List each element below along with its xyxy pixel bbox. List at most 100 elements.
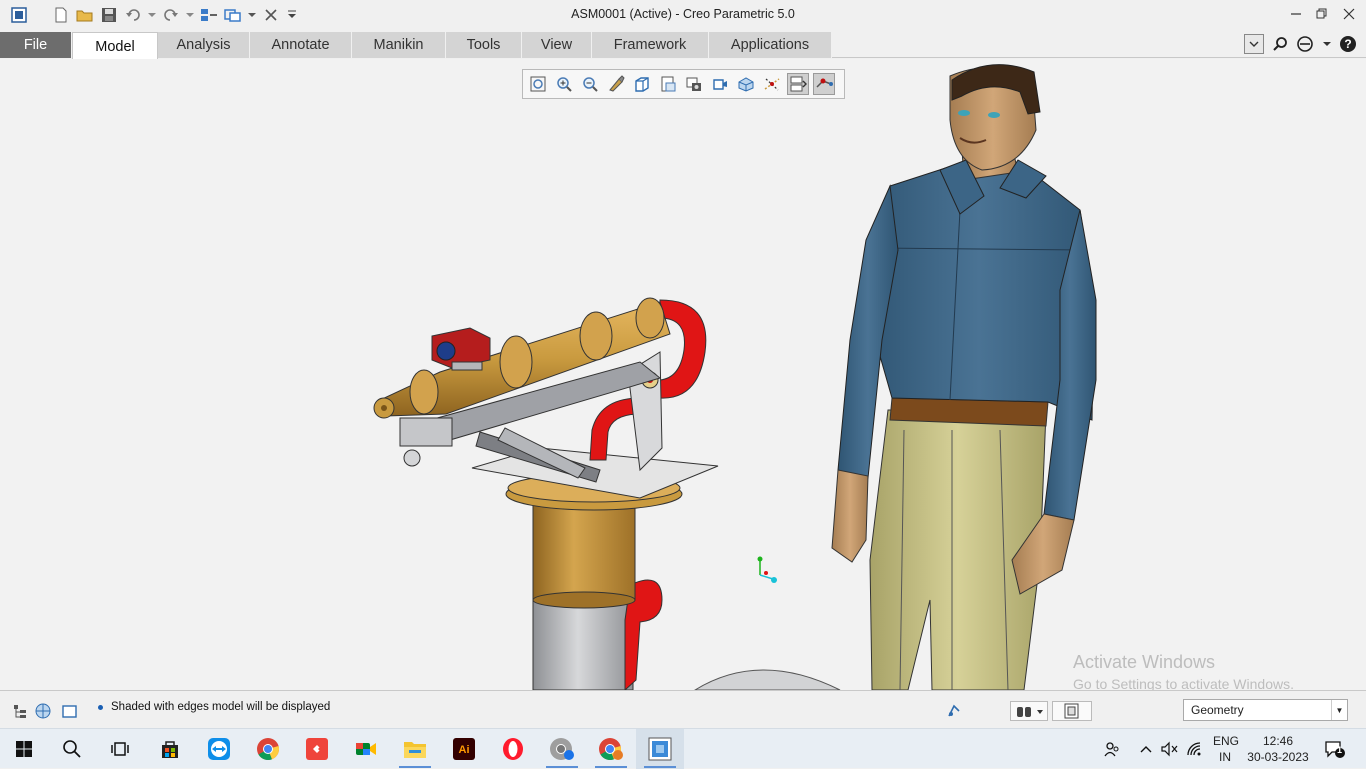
ribbon-minimize-button[interactable] [1244, 34, 1264, 54]
minimize-icon [1291, 13, 1301, 15]
people-icon[interactable] [1100, 729, 1124, 769]
meet-icon[interactable] [342, 729, 390, 769]
system-clock[interactable]: 12:46 30-03-2023 [1246, 733, 1310, 765]
search-icon [1273, 37, 1287, 51]
zoom-in-icon[interactable] [553, 73, 575, 95]
selection-filter-value: Geometry [1191, 703, 1244, 717]
search-button[interactable] [1270, 34, 1290, 54]
tab-annotate[interactable]: Annotate [250, 32, 352, 58]
wifi-icon[interactable] [1184, 729, 1206, 769]
browser-toggle-icon[interactable] [33, 701, 53, 721]
chrome-icon[interactable] [244, 729, 292, 769]
undo-icon[interactable] [124, 6, 142, 24]
open-folder-icon[interactable] [76, 6, 94, 24]
regenerate-icon[interactable] [200, 6, 218, 24]
tab-view[interactable]: View [522, 32, 592, 58]
chrome-profile-icon[interactable] [538, 729, 586, 769]
tab-analysis[interactable]: Analysis [158, 32, 250, 58]
caret-down-icon: ▼ [1331, 700, 1347, 720]
close-window-icon[interactable] [262, 6, 280, 24]
show-hidden-icons-icon[interactable] [1136, 729, 1156, 769]
notification-count: 1 [1337, 745, 1343, 755]
customize-qat-icon[interactable] [286, 6, 298, 24]
model-tree-toggle-icon[interactable] [10, 701, 30, 721]
message-bullet [98, 704, 103, 710]
svg-text:?: ? [1344, 37, 1351, 51]
help-button[interactable]: ? [1338, 34, 1358, 54]
tab-applications[interactable]: Applications [709, 32, 832, 58]
restore-icon [1316, 8, 1327, 19]
regeneration-status-icon[interactable] [944, 701, 964, 721]
display-style-icon[interactable] [683, 73, 705, 95]
binoculars-icon [1017, 707, 1043, 717]
store-icon[interactable] [146, 729, 194, 769]
activate-windows-title: Activate Windows [1073, 652, 1216, 672]
saved-orientations-icon[interactable] [631, 73, 653, 95]
active-toggle-icon[interactable] [813, 73, 835, 95]
tab-framework[interactable]: Framework [592, 32, 709, 58]
action-center-icon[interactable]: 1 [1320, 729, 1350, 769]
selected-items-icon [1064, 703, 1079, 719]
chrome-alt-icon[interactable] [587, 729, 635, 769]
chevron-down-icon [1249, 41, 1259, 47]
save-icon[interactable] [100, 6, 118, 24]
perspective-icon[interactable] [709, 73, 731, 95]
creo-app-icon[interactable] [10, 6, 28, 24]
datum-display-icon[interactable] [761, 73, 783, 95]
windows-start-icon[interactable] [0, 729, 48, 769]
tab-file[interactable]: File [0, 32, 72, 58]
selection-filter-button[interactable] [1052, 701, 1092, 721]
anydesk-icon[interactable] [293, 729, 341, 769]
creo-icon[interactable] [636, 729, 684, 769]
redo-icon[interactable] [162, 6, 180, 24]
tab-manikin[interactable]: Manikin [352, 32, 446, 58]
view-manager-icon[interactable] [657, 73, 679, 95]
file-explorer-icon[interactable] [391, 729, 439, 769]
in-graphics-toolbar [522, 69, 845, 99]
undo-dropdown-icon[interactable] [148, 6, 156, 24]
minimize-button[interactable] [1283, 3, 1309, 25]
graphics-window[interactable]: Activate Windows Go to Settings to activ… [0, 59, 1366, 690]
disc-part[interactable] [694, 669, 841, 690]
windows-icon[interactable] [224, 6, 242, 24]
refit-icon[interactable] [527, 73, 549, 95]
repaint-icon[interactable] [605, 73, 627, 95]
selection-filter-dropdown[interactable]: Geometry ▼ [1183, 699, 1348, 721]
title-bar: ASM0001 (Active) - Creo Parametric 5.0 [0, 0, 1366, 30]
zoom-out-icon[interactable] [579, 73, 601, 95]
restore-button[interactable] [1309, 3, 1335, 25]
tab-tools[interactable]: Tools [446, 32, 522, 58]
annotation-display-icon[interactable] [735, 73, 757, 95]
input-language[interactable]: ENG IN [1213, 733, 1240, 765]
svg-text:Ai: Ai [459, 744, 470, 756]
command-search-button[interactable] [1296, 34, 1316, 54]
help-icon: ? [1340, 36, 1356, 52]
model-viewport[interactable] [0, 59, 1366, 690]
message-area: Shaded with edges model will be displaye… [98, 701, 330, 713]
activate-windows-watermark: Activate Windows Go to Settings to activ… [1073, 651, 1294, 690]
search-icon[interactable] [48, 729, 96, 769]
spin-center-icon[interactable] [787, 73, 809, 95]
activate-windows-subtitle: Go to Settings to activate Windows. [1073, 676, 1294, 690]
redo-dropdown-icon[interactable] [186, 6, 194, 24]
illustrator-icon[interactable]: Ai [440, 729, 488, 769]
new-file-icon[interactable] [52, 6, 70, 24]
volume-muted-icon[interactable] [1159, 729, 1181, 769]
manikin[interactable] [831, 64, 1097, 690]
tab-model[interactable]: Model [72, 32, 158, 60]
language-code: ENG [1213, 734, 1240, 748]
water-monitor-assembly[interactable] [373, 297, 719, 690]
clock-time: 12:46 [1262, 734, 1294, 748]
quick-access-toolbar [10, 5, 304, 25]
help-dropdown-button[interactable] [1322, 34, 1332, 54]
coordinate-system-triad [757, 556, 777, 583]
find-button[interactable] [1010, 701, 1048, 721]
close-icon [1343, 8, 1355, 20]
task-view-icon[interactable] [96, 729, 144, 769]
teamviewer-icon[interactable] [195, 729, 243, 769]
ribbon-tabs: File Model Analysis Annotate Manikin Too… [0, 30, 1366, 60]
windows-dropdown-icon[interactable] [248, 6, 256, 24]
full-screen-icon[interactable] [59, 701, 79, 721]
close-button[interactable] [1336, 3, 1362, 25]
opera-icon[interactable] [489, 729, 537, 769]
